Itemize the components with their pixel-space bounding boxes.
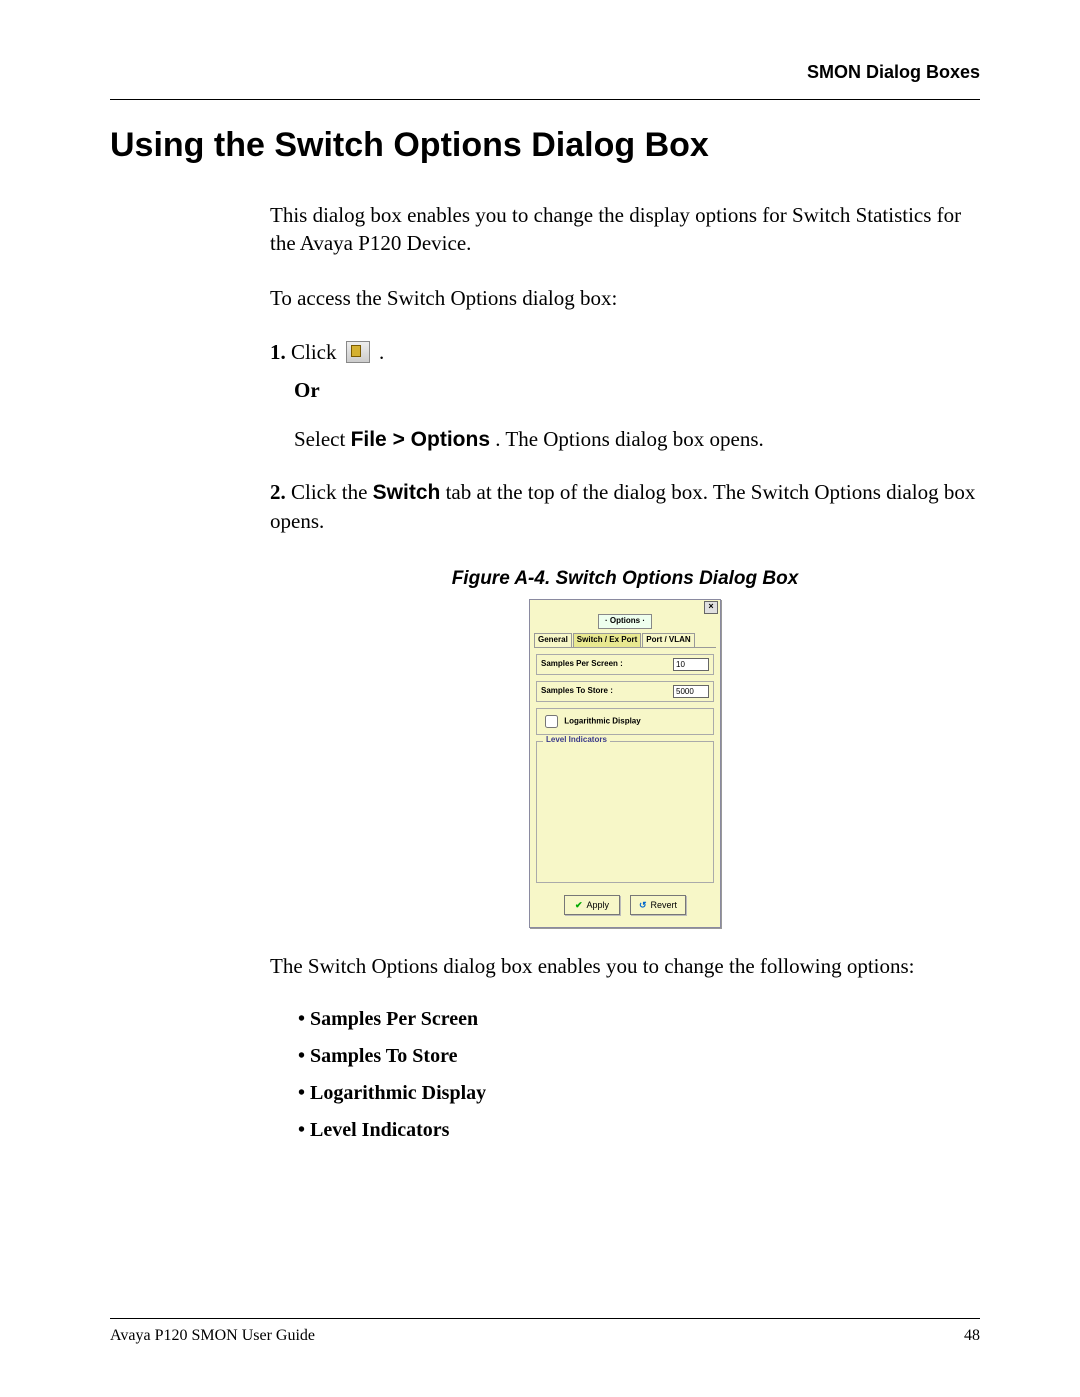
close-icon[interactable]: × (704, 601, 718, 614)
samples-to-store-row: Samples To Store : (536, 681, 714, 702)
or-divider: Or (294, 376, 980, 404)
samples-per-screen-row: Samples Per Screen : (536, 654, 714, 675)
logarithmic-row: Logarithmic Display (536, 708, 714, 735)
bullet-samples-per-screen: Samples Per Screen (298, 1006, 980, 1033)
revert-button-label: Revert (651, 899, 678, 911)
step-1-text-a: Click (291, 340, 342, 364)
step-1-text-b: . (379, 340, 384, 364)
page: SMON Dialog Boxes Using the Switch Optio… (0, 0, 1080, 1397)
step-2: 2. Click the Switch tab at the top of th… (270, 478, 980, 536)
intro-paragraph: This dialog box enables you to change th… (270, 201, 980, 258)
logarithmic-label: Logarithmic Display (564, 717, 640, 726)
revert-button[interactable]: ↺ Revert (630, 895, 686, 915)
figure-caption: Figure A-4. Switch Options Dialog Box (270, 566, 980, 592)
samples-to-store-label: Samples To Store : (541, 686, 613, 697)
options-dialog: × · Options · General Switch / Ex Port P… (529, 599, 721, 928)
revert-icon: ↺ (639, 899, 647, 911)
step-1-number: 1. (270, 340, 286, 364)
check-icon: ✔ (575, 899, 583, 911)
page-title: Using the Switch Options Dialog Box (110, 126, 980, 165)
dialog-tabs: General Switch / Ex Port Port / VLAN (534, 633, 716, 648)
after-figure-paragraph: The Switch Options dialog box enables yo… (270, 952, 980, 980)
step-1: 1. Click . (270, 338, 980, 366)
menu-path: File > Options (351, 428, 490, 451)
logarithmic-checkbox[interactable] (545, 715, 558, 728)
samples-per-screen-input[interactable] (673, 658, 709, 671)
dialog-buttons: ✔ Apply ↺ Revert (536, 891, 714, 923)
samples-to-store-input[interactable] (673, 685, 709, 698)
header-rule (110, 99, 980, 100)
dialog-title-badge: · Options · (598, 614, 652, 629)
apply-button-label: Apply (587, 899, 610, 911)
level-indicators-label: Level Indicators (543, 735, 610, 746)
tab-general[interactable]: General (534, 633, 572, 647)
header-section: SMON Dialog Boxes (110, 62, 980, 83)
apply-button[interactable]: ✔ Apply (564, 895, 620, 915)
step-2-number: 2. (270, 480, 286, 504)
step-1-alt-a: Select (294, 427, 351, 451)
step-2-text-a: Click the (291, 480, 373, 504)
samples-per-screen-label: Samples Per Screen : (541, 659, 623, 670)
bullet-level-indicators: Level Indicators (298, 1117, 980, 1144)
options-list: Samples Per Screen Samples To Store Loga… (298, 1006, 980, 1144)
footer: Avaya P120 SMON User Guide 48 (110, 1318, 980, 1345)
footer-rule (110, 1318, 980, 1319)
switch-tab-name: Switch (373, 481, 441, 504)
tab-switch-export[interactable]: Switch / Ex Port (573, 633, 641, 647)
tab-port-vlan[interactable]: Port / VLAN (642, 633, 694, 647)
page-number: 48 (964, 1327, 980, 1345)
level-indicators-group: Level Indicators (536, 741, 714, 883)
figure-image-wrap: × · Options · General Switch / Ex Port P… (270, 599, 980, 928)
footer-row: Avaya P120 SMON User Guide 48 (110, 1327, 980, 1345)
body-column: This dialog box enables you to change th… (270, 201, 980, 1144)
dialog-titlebar: × (530, 600, 720, 614)
options-toolbar-icon (346, 341, 370, 363)
access-line: To access the Switch Options dialog box: (270, 284, 980, 312)
step-1-alt-b: . The Options dialog box opens. (495, 427, 764, 451)
step-1-alt: Select File > Options . The Options dial… (294, 425, 980, 454)
footer-left: Avaya P120 SMON User Guide (110, 1327, 315, 1345)
bullet-samples-to-store: Samples To Store (298, 1043, 980, 1070)
dialog-body: Samples Per Screen : Samples To Store : … (530, 648, 720, 927)
bullet-logarithmic-display: Logarithmic Display (298, 1080, 980, 1107)
